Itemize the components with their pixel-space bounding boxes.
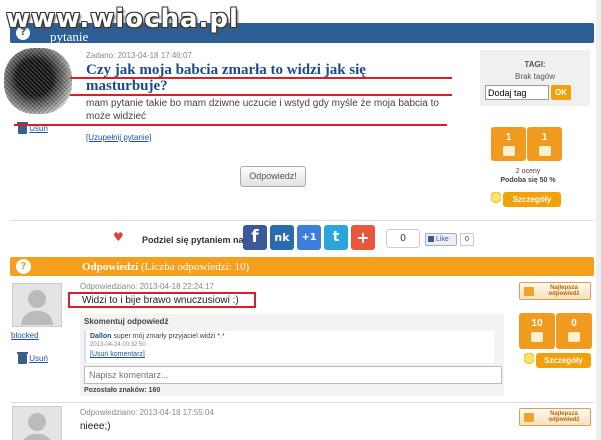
tags-panel: TAGI: Brak tagów OK <box>480 50 590 106</box>
comment-author[interactable]: Dallon <box>90 333 111 340</box>
question-mark-icon: ? <box>16 259 31 274</box>
details-button[interactable]: Szczegóły <box>503 192 561 207</box>
liked-percent: Podoba się 50 % <box>500 177 556 184</box>
site-watermark: www.wiocha.pl <box>6 4 239 34</box>
comment-header: Skomentuj odpowiedź <box>84 317 169 326</box>
answer-button[interactable]: Odpowiedz! <box>240 166 306 187</box>
divider <box>10 220 594 221</box>
red-underline <box>14 124 447 126</box>
share-label: Podziel się pytaniem na <box>142 235 244 245</box>
twitter-share-button[interactable]: t <box>324 225 348 250</box>
best-answer-button[interactable]: Najlepsza odpowiedź <box>519 282 591 300</box>
delete-comment-link[interactable]: [Usuń komentarz] <box>90 351 145 358</box>
nk-share-button[interactable]: nk <box>270 225 294 250</box>
red-underline <box>70 77 452 79</box>
share-count: 0 <box>386 229 420 248</box>
heart-icon: ♥ <box>113 230 124 244</box>
asker-avatar <box>4 48 72 114</box>
red-box-left <box>68 292 70 308</box>
trash-icon <box>17 352 28 364</box>
complete-question-link[interactable]: [Uzupełnij pytanie] <box>86 133 151 142</box>
red-underline <box>70 94 452 96</box>
remaining-chars: Pozostało znaków: 160 <box>84 387 161 394</box>
vote-down-button[interactable]: 1 <box>527 127 562 161</box>
answer-date: Odpowiedziano: 2013-04-18 22:24:17 <box>80 282 214 291</box>
checkmark-icon <box>524 413 534 422</box>
ratings-count: 2 oceny <box>515 168 541 175</box>
best-answer-button[interactable]: Najlepsza odpowiedź <box>519 408 591 426</box>
answer-avatar <box>12 406 62 440</box>
more-share-button[interactable]: + <box>351 225 375 250</box>
divider <box>10 402 594 403</box>
question-date: Zadano: 2013-04-18 17:46:07 <box>86 51 192 60</box>
lightbulb-icon <box>524 353 534 366</box>
red-box-bottom <box>68 306 256 308</box>
answers-count: (Liczba odpowiedzi: 10) <box>140 261 250 273</box>
red-box-right <box>254 292 256 308</box>
answer-date: Odpowiedziano: 2013-04-18 17:55:04 <box>80 408 214 417</box>
answer-user-link[interactable]: blocked <box>11 331 39 340</box>
facebook-like-button[interactable]: Like <box>425 233 457 246</box>
question-body: mam pytanie takie bo mam dziwne uczucie … <box>86 98 439 122</box>
lightbulb-icon <box>491 192 501 205</box>
google-plus-share-button[interactable]: +1 <box>297 225 321 250</box>
answer-text: Widzi to i bije brawo wnuczusiowi :) <box>82 295 239 306</box>
red-box-top <box>68 292 256 294</box>
facebook-share-button[interactable]: f <box>243 225 267 250</box>
tags-empty-text: Brak tagów <box>514 72 556 81</box>
facebook-like-count: 0 <box>460 233 474 246</box>
answer-avatar <box>12 283 62 327</box>
comment-date: 2013-04-24 00:32:50 <box>90 342 146 348</box>
thumb-down-icon <box>538 146 551 156</box>
answer-details-button[interactable]: Szczegóły <box>536 353 591 368</box>
comment-input[interactable] <box>84 366 502 384</box>
vote-up-button[interactable]: 1 <box>491 127 526 161</box>
answers-header-bar: ? Odpowiedzi (Liczba odpowiedzi: 10) <box>10 257 594 276</box>
thumb-down-icon <box>568 332 580 342</box>
add-tag-ok-button[interactable]: OK <box>551 85 571 100</box>
answer-vote-up-button[interactable]: 10 <box>519 313 555 349</box>
tags-header: TAGI: <box>524 60 546 69</box>
answer-vote-down-button[interactable]: 0 <box>556 313 592 349</box>
thumb-up-icon <box>502 146 515 156</box>
add-tag-input[interactable] <box>485 85 549 100</box>
answer-text: nieee;) <box>80 421 111 432</box>
facebook-icon <box>428 236 434 243</box>
thumb-up-icon <box>531 332 543 342</box>
answers-title: Odpowiedzi <box>82 261 139 273</box>
checkmark-icon <box>524 287 534 296</box>
scrollbar[interactable] <box>596 0 601 440</box>
delete-answer-link[interactable]: Usuń <box>17 352 48 364</box>
comment-text: super mój zmarły przyjaciel widzi *.* <box>113 333 225 340</box>
comment-item: Dallon super mój zmarły przyjaciel widzi… <box>84 331 494 363</box>
ratings-summary: 2 oceny Podoba się 50 % <box>490 167 566 185</box>
